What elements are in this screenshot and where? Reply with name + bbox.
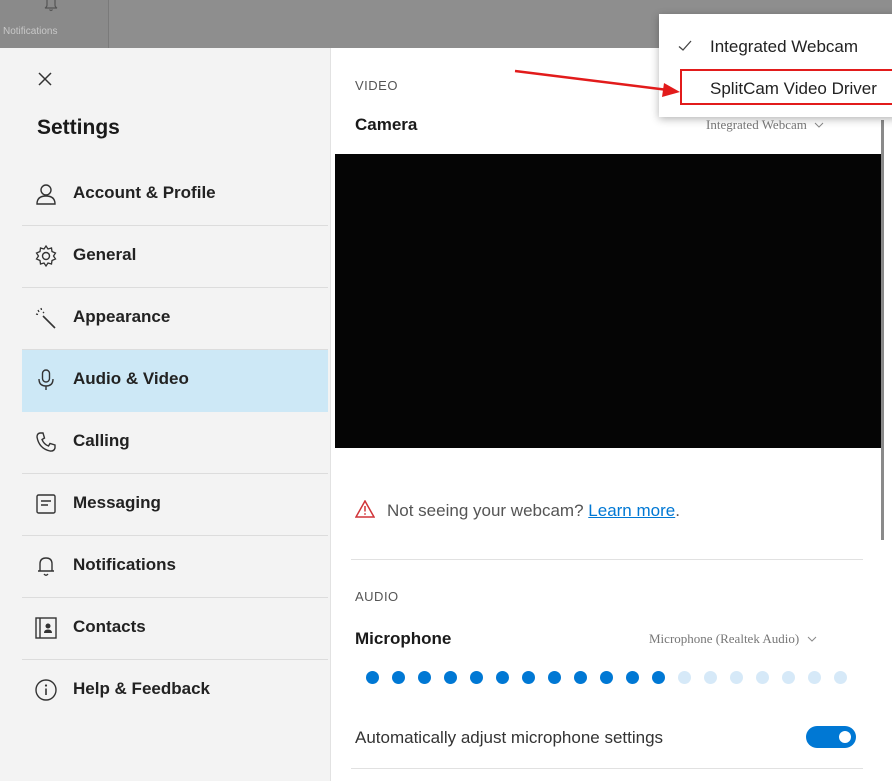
camera-select-value: Integrated Webcam <box>706 117 807 132</box>
scrollbar[interactable] <box>881 120 884 540</box>
bell-icon <box>44 0 58 12</box>
warning-text: Not seeing your webcam? <box>387 501 584 520</box>
chevron-down-icon <box>814 122 824 128</box>
level-dot-inactive <box>834 671 847 684</box>
sidebar-item-label: Help & Feedback <box>73 679 210 698</box>
sidebar-item-label: Notifications <box>73 555 176 574</box>
dropdown-option-integrated-webcam[interactable]: Integrated Webcam <box>659 28 892 66</box>
info-icon <box>35 679 57 701</box>
microphone-select[interactable]: Microphone (Realtek Audio) <box>649 630 817 648</box>
webcam-warning: Not seeing your webcam? Learn more. <box>355 500 680 521</box>
sidebar-item-audio-video[interactable]: Audio & Video <box>22 350 328 412</box>
sidebar-item-messaging[interactable]: Messaging <box>22 474 328 536</box>
magic-wand-icon <box>35 307 56 329</box>
toggle-knob <box>839 731 851 743</box>
level-dot-active <box>418 671 431 684</box>
level-dot-active <box>496 671 509 684</box>
warning-icon <box>355 500 375 518</box>
level-dot-active <box>444 671 457 684</box>
camera-dropdown: Integrated Webcam SplitCam Video Driver <box>659 14 892 117</box>
level-dot-active <box>626 671 639 684</box>
camera-preview <box>335 154 883 448</box>
section-divider <box>351 768 863 769</box>
microphone-label: Microphone <box>355 629 452 648</box>
sidebar-item-label: Messaging <box>73 493 161 512</box>
sidebar-item-contacts[interactable]: Contacts <box>22 598 328 660</box>
sidebar-item-account-profile[interactable]: Account & Profile <box>22 164 328 226</box>
notifications-tab[interactable]: Notifications <box>0 0 109 48</box>
sidebar-item-label: Calling <box>73 431 130 450</box>
level-dot-active <box>652 671 665 684</box>
chevron-down-icon <box>807 636 816 642</box>
sidebar-item-calling[interactable]: Calling <box>22 412 328 474</box>
level-dot-active <box>600 671 613 684</box>
microphone-level-meter <box>366 671 860 687</box>
sidebar-item-label: Contacts <box>73 617 146 636</box>
sidebar-item-label: Account & Profile <box>73 183 216 202</box>
sidebar-item-label: Audio & Video <box>73 369 189 388</box>
level-dot-active <box>392 671 405 684</box>
learn-more-link[interactable]: Learn more <box>588 501 675 520</box>
sidebar-item-label: Appearance <box>73 307 171 326</box>
annotation-highlight-box <box>680 69 892 105</box>
video-section-label: VIDEO <box>355 78 398 93</box>
sidebar-item-appearance[interactable]: Appearance <box>22 288 328 350</box>
level-dot-active <box>574 671 587 684</box>
microphone-select-value: Microphone (Realtek Audio) <box>649 631 800 646</box>
camera-label: Camera <box>355 115 418 134</box>
sidebar-item-label: General <box>73 245 137 264</box>
level-dot-active <box>366 671 379 684</box>
notifications-tab-label: Notifications <box>3 26 58 37</box>
sidebar-item-help-feedback[interactable]: Help & Feedback <box>22 660 328 721</box>
audio-section-label: AUDIO <box>355 589 399 604</box>
bell-icon <box>38 557 54 576</box>
camera-select[interactable]: Integrated Webcam <box>706 116 824 134</box>
person-icon <box>36 184 56 205</box>
level-dot-inactive <box>678 671 691 684</box>
auto-adjust-label: Automatically adjust microphone settings <box>355 728 664 747</box>
sidebar-item-general[interactable]: General <box>22 226 328 288</box>
microphone-icon <box>38 369 54 390</box>
message-icon <box>36 494 56 514</box>
phone-icon <box>36 432 56 452</box>
sidebar-item-notifications[interactable]: Notifications <box>22 536 328 598</box>
gear-icon <box>35 244 57 268</box>
page-title: Settings <box>37 116 120 139</box>
contact-card-icon <box>35 617 57 639</box>
settings-content: VIDEO Camera Integrated Webcam Not seein… <box>331 48 892 781</box>
level-dot-inactive <box>704 671 717 684</box>
level-dot-inactive <box>730 671 743 684</box>
level-dot-inactive <box>782 671 795 684</box>
level-dot-active <box>470 671 483 684</box>
settings-sidebar: Settings Account & Profile General Appea… <box>0 48 331 781</box>
dropdown-option-label: Integrated Webcam <box>710 37 859 56</box>
close-icon[interactable] <box>34 68 56 90</box>
level-dot-inactive <box>808 671 821 684</box>
level-dot-active <box>522 671 535 684</box>
warning-period: . <box>675 501 680 520</box>
check-icon <box>678 40 692 51</box>
auto-adjust-toggle[interactable] <box>806 726 856 748</box>
level-dot-active <box>548 671 561 684</box>
section-divider <box>351 559 863 560</box>
level-dot-inactive <box>756 671 769 684</box>
